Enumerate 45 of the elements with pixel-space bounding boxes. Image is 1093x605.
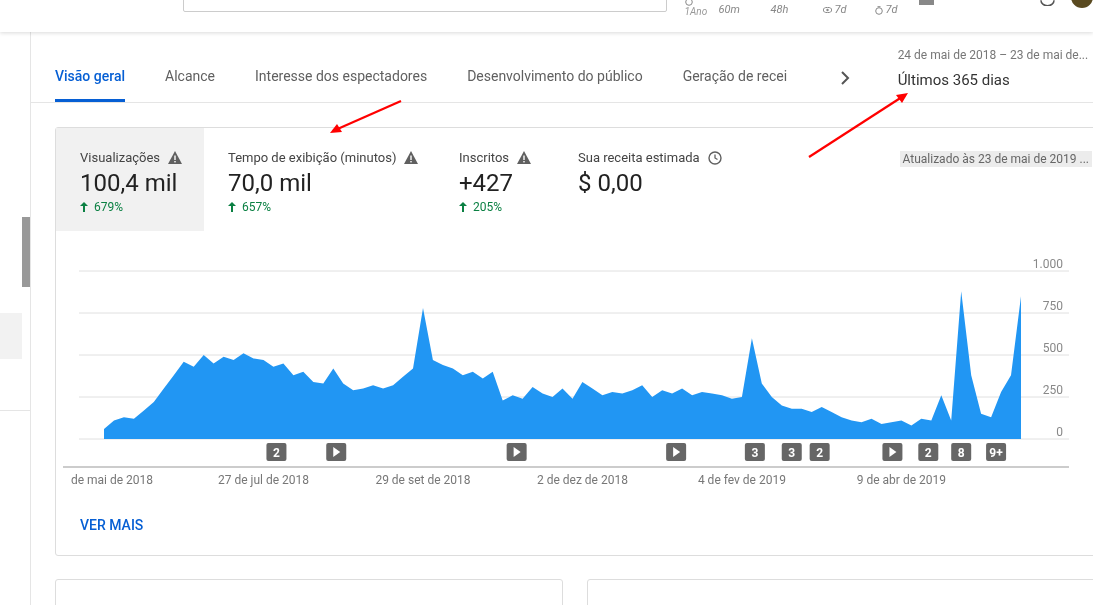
event-count-marker[interactable]: 2 <box>918 443 939 461</box>
period-label: Últimos 365 dias <box>897 70 1011 91</box>
event-count-marker[interactable]: 3 <box>781 443 802 461</box>
metric-change: 205% <box>473 198 503 216</box>
tab[interactable]: Interesse dos espectadores <box>255 54 428 102</box>
y-tick-label: 750 <box>1042 299 1063 313</box>
event-count-marker[interactable]: 9+ <box>986 443 1007 461</box>
y-tick-label: 250 <box>1042 383 1063 397</box>
metric-label: Inscritos <box>459 149 510 167</box>
metric-value: $ 0,00 <box>578 167 643 198</box>
tab[interactable]: Desenvolvimento do público <box>467 54 643 102</box>
event-count-marker[interactable]: 3 <box>744 443 765 461</box>
event-count-marker[interactable]: 2 <box>266 443 287 461</box>
metric-tab[interactable]: Visualizações 100,4 mil 679% <box>56 128 204 231</box>
stat-label: 7d <box>885 2 898 18</box>
metric-value: 100,4 mil <box>80 167 178 198</box>
metric-change: 657% <box>242 198 272 216</box>
metric-label: Visualizações <box>80 149 161 167</box>
y-tick-label: 1.000 <box>1032 257 1063 271</box>
metric-change: 679% <box>94 198 124 216</box>
x-tick-label: 9 de abr de 2019 <box>856 473 946 487</box>
event-count-marker[interactable]: 2 <box>809 443 830 461</box>
x-tick-label: 4 de fev de 2019 <box>697 473 786 487</box>
metric-label: Sua receita estimada <box>578 149 700 167</box>
x-tick-label: de mai de 2018 <box>70 473 154 487</box>
tab[interactable]: Geração de recei <box>682 54 800 102</box>
y-tick-label: 0 <box>1056 425 1063 439</box>
date-range-selector[interactable]: 24 de mai de 2018 – 23 de mai de... Últimos 365 dias <box>897 30 1093 102</box>
see-more-link[interactable]: VER MAIS <box>80 515 144 536</box>
stat-label: 60m <box>718 2 740 18</box>
y-tick-label: 500 <box>1042 341 1063 355</box>
stat-label: 7d <box>834 2 847 18</box>
metric-label: Tempo de exibição (minutos) <box>228 149 397 167</box>
updated-note: Atualizado às 23 de mai de 2019 ... <box>899 151 1092 167</box>
tab[interactable]: Alcance <box>165 54 215 102</box>
x-tick-label: 27 de jul de 2018 <box>217 473 309 487</box>
metric-value: 70,0 mil <box>228 167 312 198</box>
stat-label: 48h <box>770 2 789 18</box>
stat-label: 1Ano <box>684 6 708 17</box>
tab[interactable]: Visão geral <box>55 54 126 102</box>
x-tick-label: 29 de set de 2018 <box>375 473 471 487</box>
metric-value: +427 <box>459 167 514 198</box>
event-count-marker[interactable]: 8 <box>951 443 972 461</box>
date-range-text: 24 de mai de 2018 – 23 de mai de... <box>897 47 1090 64</box>
x-tick-label: 2 de dez de 2018 <box>536 473 628 487</box>
